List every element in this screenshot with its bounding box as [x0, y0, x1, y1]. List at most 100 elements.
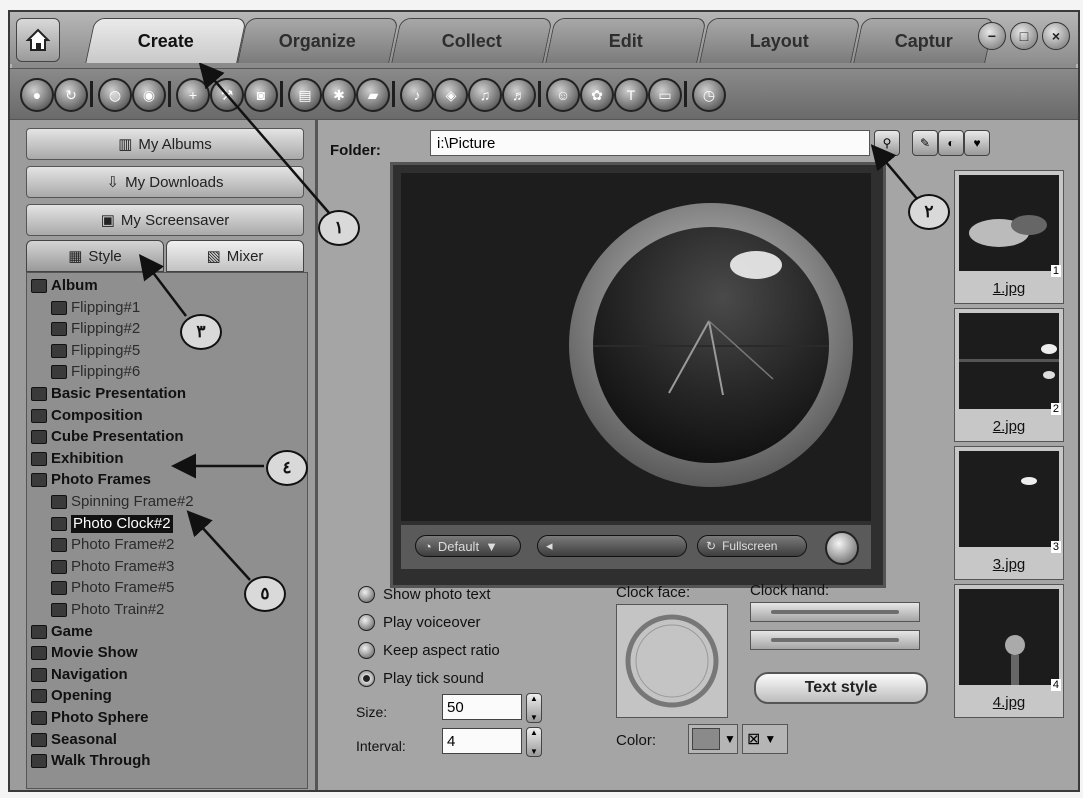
toolbar-button-world[interactable]: ◉	[132, 78, 166, 112]
tree-item[interactable]: Spinning Frame#2	[51, 493, 194, 511]
tab-create[interactable]: Create	[85, 18, 247, 63]
tab-layout[interactable]: Layout	[699, 18, 861, 63]
toolbar-button-user[interactable]: ☺	[546, 78, 580, 112]
tree-item[interactable]: Photo Frame#2	[51, 536, 174, 554]
tab-capture[interactable]: Captur	[853, 18, 995, 63]
tree-item[interactable]: Flipping#2	[51, 320, 140, 338]
chevron-down-icon[interactable]: ▼	[530, 747, 538, 756]
tree-category[interactable]: Opening	[31, 687, 112, 705]
interval-stepper[interactable]: ▲ ▼	[526, 727, 542, 757]
toolbar-button-book[interactable]: ▤	[288, 78, 322, 112]
toolbar-button-star[interactable]: ✱	[322, 78, 356, 112]
tree-item[interactable]: Photo Frame#5	[51, 579, 174, 597]
tree-item[interactable]: Flipping#6	[51, 363, 140, 381]
color-dropdown[interactable]: ▼	[688, 724, 738, 754]
play-button[interactable]	[825, 531, 859, 565]
minimize-button[interactable]: −	[978, 22, 1006, 50]
my-screensaver-button[interactable]: ▣ My Screensaver	[26, 204, 304, 236]
toolbar-button-add[interactable]: +	[176, 78, 210, 112]
size-stepper[interactable]: ▲ ▼	[526, 693, 542, 723]
tree-category[interactable]: Photo Frames	[31, 471, 151, 489]
thumbnail-image	[959, 589, 1059, 685]
toolbar-button-folder[interactable]: ▰	[356, 78, 390, 112]
tree-category[interactable]: Seasonal	[31, 731, 117, 749]
preview-mode-dropdown[interactable]: ◔ Default ▼	[415, 535, 521, 557]
toolbar-button-media[interactable]: ◈	[434, 78, 468, 112]
tree-item[interactable]: Flipping#1	[51, 299, 140, 317]
radio-button[interactable]	[358, 670, 375, 687]
play-voiceover-option[interactable]: Play voiceover	[358, 614, 481, 631]
toolbar-button-effects[interactable]: ✿	[580, 78, 614, 112]
tree-category[interactable]: Photo Sphere	[31, 709, 149, 727]
thumbnail-item[interactable]: 4 4.jpg	[954, 584, 1064, 718]
chevron-up-icon[interactable]: ▲	[530, 694, 538, 703]
toolbar-button-refresh[interactable]: ↻	[54, 78, 88, 112]
keep-aspect-ratio-option[interactable]: Keep aspect ratio	[358, 642, 500, 659]
toolbar-button-audio[interactable]: ♫	[468, 78, 502, 112]
tree-category[interactable]: Cube Presentation	[31, 428, 184, 446]
play-tick-sound-option[interactable]: Play tick sound	[358, 670, 484, 687]
radio-button[interactable]	[358, 642, 375, 659]
fullscreen-button[interactable]: ↻ Fullscreen	[697, 535, 807, 557]
tree-category[interactable]: Movie Show	[31, 644, 138, 662]
tree-item-label: Photo Sphere	[51, 709, 149, 726]
toolbar-button-frame[interactable]: ▭	[648, 78, 682, 112]
thumbnail-item[interactable]: 2 2.jpg	[954, 308, 1064, 442]
tree-category[interactable]: Exhibition	[31, 450, 124, 468]
toolbar-button-dvd[interactable]: ●	[20, 78, 54, 112]
interval-input[interactable]: 4	[442, 728, 522, 754]
toolbar-button-text[interactable]: T	[614, 78, 648, 112]
toolbar-button-playlist[interactable]: ♬	[502, 78, 536, 112]
tree-item-label: Photo Frame#5	[71, 579, 175, 597]
chevron-down-icon[interactable]: ▼	[530, 713, 538, 722]
tree-category[interactable]: Navigation	[31, 666, 128, 684]
tree-category[interactable]: Composition	[31, 407, 143, 425]
globe-icon: ◍	[108, 86, 122, 103]
toolbar-button-tools[interactable]: ⚒	[210, 78, 244, 112]
browse-folder-button[interactable]: ⚲	[874, 130, 900, 156]
tab-collect[interactable]: Collect	[391, 18, 553, 63]
tree-item[interactable]: Flipping#5	[51, 342, 140, 360]
clock-hand-option-1[interactable]	[750, 602, 920, 622]
clock-hand-option-2[interactable]	[750, 630, 920, 650]
tree-item[interactable]: Photo Train#2	[51, 601, 164, 619]
chevron-up-icon[interactable]: ▲	[530, 728, 538, 737]
maximize-button[interactable]: □	[1010, 22, 1038, 50]
home-button[interactable]	[16, 18, 60, 62]
text-style-button[interactable]: Text style	[754, 672, 928, 704]
toolbar-button-globe[interactable]: ◍	[98, 78, 132, 112]
globe-button[interactable]: ◐	[938, 130, 964, 156]
tab-style[interactable]: ▦ Style	[26, 240, 164, 272]
my-downloads-button[interactable]: ⇩ My Downloads	[26, 166, 304, 198]
folder-input[interactable]: i:\Picture	[430, 130, 870, 156]
preview-seek-slider[interactable]: ◂	[537, 535, 687, 557]
tab-edit[interactable]: Edit	[545, 18, 707, 63]
option-label: Play tick sound	[383, 670, 484, 687]
my-albums-button[interactable]: ▥ My Albums	[26, 128, 304, 160]
tree-item[interactable]: Photo Frame#3	[51, 558, 174, 576]
heart-button[interactable]: ♥	[964, 130, 990, 156]
tree-category[interactable]: Basic Presentation	[31, 385, 186, 403]
tab-organize[interactable]: Organize	[237, 18, 399, 63]
thumbnail-item[interactable]: 1 1.jpg	[954, 170, 1064, 304]
toolbar-button-camera[interactable]: ◙	[244, 78, 278, 112]
radio-button[interactable]	[358, 614, 375, 631]
radio-button[interactable]	[358, 586, 375, 603]
pen-button[interactable]: ✎	[912, 130, 938, 156]
show-photo-text-option[interactable]: Show photo text	[358, 586, 491, 603]
tree-category[interactable]: Album	[31, 277, 98, 295]
tree-category[interactable]: Walk Through	[31, 752, 150, 770]
tree-category[interactable]: Game	[31, 623, 93, 641]
thumbnail-item[interactable]: 3 3.jpg	[954, 446, 1064, 580]
border-color-dropdown[interactable]: ⊠ ▼	[742, 724, 788, 754]
volume-icon: ◂	[546, 538, 553, 553]
tree-item[interactable]: Photo Clock#2	[51, 514, 173, 533]
size-input[interactable]: 50	[442, 694, 522, 720]
toolbar-button-music[interactable]: ♪	[400, 78, 434, 112]
tree-item-label: Cube Presentation	[51, 428, 184, 446]
close-button[interactable]: ×	[1042, 22, 1070, 50]
clock-face-picker[interactable]	[616, 604, 728, 718]
toolbar-button-timer[interactable]: ◷	[692, 78, 726, 112]
tab-mixer[interactable]: ▧ Mixer	[166, 240, 304, 272]
thumbnail-index: 2	[1050, 403, 1061, 415]
